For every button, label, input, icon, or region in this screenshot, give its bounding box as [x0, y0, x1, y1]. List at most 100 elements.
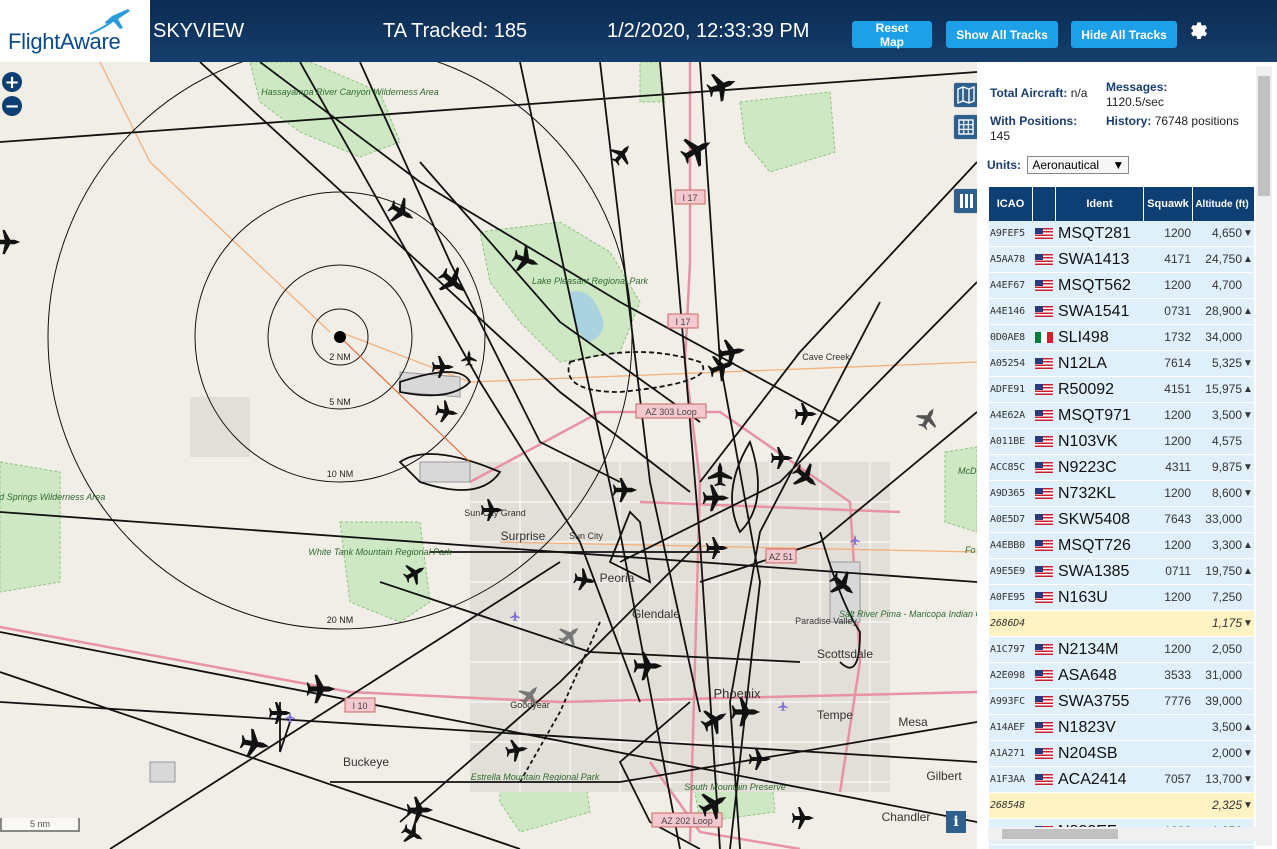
total-aircraft-stat: Total Aircraft: n/a	[990, 86, 1110, 100]
sidebar-toggle-button[interactable]	[953, 188, 977, 214]
show-all-tracks-button[interactable]: Show All Tracks	[946, 21, 1058, 48]
gear-icon[interactable]	[1188, 20, 1212, 44]
zoom-out-button[interactable]: −	[2, 96, 22, 116]
column-header-icao[interactable]: ICAO	[989, 187, 1033, 221]
table-row[interactable]: A0FE95 N163U 1200 7,250	[989, 585, 1254, 611]
hide-all-tracks-button[interactable]: Hide All Tracks	[1071, 21, 1177, 48]
table-row[interactable]: AD049A AAL890733735,000	[989, 845, 1254, 849]
map-layers-button[interactable]	[953, 82, 977, 108]
table-row[interactable]: 2686D4 1,175 ▼	[989, 611, 1254, 637]
trend-arrow-icon	[1242, 585, 1254, 610]
table-row[interactable]: A9D365 N732KL 1200 8,600 ▼	[989, 481, 1254, 507]
table-row[interactable]: A9E5E9 SWA1385 0711 19,750 ▲	[989, 559, 1254, 585]
table-row[interactable]: A05254 N12LA 7614 5,325 ▼	[989, 351, 1254, 377]
scrollbar-thumb[interactable]	[1002, 829, 1118, 839]
icao-cell: A5AA78	[990, 254, 1025, 265]
scrollbar-thumb[interactable]	[1258, 76, 1270, 196]
svg-text:AZ 51: AZ 51	[769, 552, 793, 562]
flag-cell	[1033, 611, 1055, 636]
aircraft-icon[interactable]	[795, 403, 817, 425]
table-row[interactable]: ACC85C N9223C 4311 9,875 ▼	[989, 455, 1254, 481]
flag-us-icon	[1035, 566, 1053, 577]
flag-us-icon	[1035, 540, 1053, 551]
altitude-cell: 33,000	[1205, 512, 1242, 526]
table-row[interactable]: 268548 2,325 ▼	[989, 793, 1254, 819]
table-row[interactable]: A1F3AA ACA2414 7057 13,700 ▼	[989, 767, 1254, 793]
ident-cell: MSQT726	[1058, 537, 1131, 554]
ident-cell: SWA1385	[1058, 563, 1130, 580]
altitude-cell: 8,600	[1211, 486, 1242, 500]
stat-value: 1120.5/sec	[1106, 95, 1164, 109]
table-row[interactable]: A5AA78 SWA1413 4171 24,750 ▲	[989, 247, 1254, 273]
table-row[interactable]: A011BE N103VK 1200 4,575	[989, 429, 1254, 455]
table-row[interactable]: A4E146 SWA1541 0731 28,900 ▲	[989, 299, 1254, 325]
aircraft-icon[interactable]	[406, 796, 434, 824]
table-row[interactable]: A1C797 N2134M 1200 2,050	[989, 637, 1254, 663]
flag-us-icon	[1035, 280, 1053, 291]
trend-arrow-icon	[1242, 429, 1254, 454]
map-canvas[interactable]: 2 NM 5 NM 10 NM 20 NM Hassayampa River C…	[0, 62, 977, 849]
icao-cell: A4EF67	[990, 280, 1025, 291]
units-value: Aeronautical	[1032, 158, 1100, 172]
trend-arrow-icon: ▲	[1243, 722, 1253, 733]
flag-cell	[1033, 663, 1055, 688]
place-label: Hummingbird Springs Wilderness Area	[0, 492, 105, 502]
place-label: Mesa	[898, 715, 928, 729]
logo[interactable]: FlightAware	[0, 0, 150, 62]
top-bar: FlightAware SKYVIEW TA Tracked: 185 1/2/…	[0, 0, 1277, 62]
map[interactable]: 2 NM 5 NM 10 NM 20 NM Hassayampa River C…	[0, 62, 977, 849]
squawk-cell: 1200	[1164, 278, 1191, 292]
squawk-cell: 7057	[1164, 772, 1191, 786]
horizontal-scrollbar[interactable]	[988, 827, 1256, 841]
reset-map-button[interactable]: Reset Map	[852, 21, 932, 49]
altitude-cell: 15,975	[1205, 382, 1242, 396]
road-shield: AZ 202 Loop	[651, 812, 723, 828]
column-header-flag	[1033, 187, 1056, 221]
aircraft-icon[interactable]	[792, 807, 814, 829]
ident-cell: N1823V	[1058, 719, 1116, 736]
trend-arrow-icon	[1242, 637, 1254, 662]
ident-cell: N163U	[1058, 589, 1108, 606]
table-row[interactable]: A2E098 ASA648 3533 31,000	[989, 663, 1254, 689]
grid-toggle-button[interactable]	[953, 114, 977, 140]
altitude-cell: 7,250	[1211, 590, 1242, 604]
column-header-squawk[interactable]: Squawk	[1144, 187, 1193, 221]
aircraft-icon[interactable]	[703, 67, 741, 105]
table-row[interactable]: ADFE91 R50092 4151 15,975 ▲	[989, 377, 1254, 403]
aircraft-icon[interactable]	[383, 193, 421, 231]
squawk-cell: 4171	[1164, 252, 1191, 266]
table-row[interactable]: A0E5D7 SKW5408 7643 33,000	[989, 507, 1254, 533]
squawk-cell	[1143, 611, 1191, 636]
aircraft-icon[interactable]	[912, 402, 944, 434]
icao-cell: A1C797	[990, 644, 1025, 655]
altitude-cell: 28,900	[1205, 304, 1242, 318]
column-header-altitude[interactable]: Altitude (ft)	[1193, 187, 1251, 221]
aircraft-icon[interactable]	[675, 128, 719, 172]
receiver-site-marker	[334, 331, 346, 343]
trend-arrow-icon: ▼	[1243, 410, 1253, 421]
aircraft-icon[interactable]	[397, 818, 429, 849]
trend-arrow-icon: ▼	[1243, 748, 1253, 759]
table-row[interactable]: A14AEF N1823V 3,500 ▲	[989, 715, 1254, 741]
altitude-cell: 19,750	[1205, 564, 1242, 578]
aircraft-icon[interactable]	[0, 229, 21, 255]
squawk-cell	[1143, 793, 1191, 818]
aircraft-icon[interactable]	[434, 399, 460, 425]
altitude-cell: 31,000	[1205, 668, 1242, 682]
squawk-cell: 7614	[1164, 356, 1191, 370]
info-button[interactable]: i	[946, 811, 966, 833]
table-row[interactable]: A1A271 N204SB 2,000 ▼	[989, 741, 1254, 767]
table-row[interactable]: A4E62A MSQT971 1200 3,500 ▼	[989, 403, 1254, 429]
table-row[interactable]: 0D0AE8 SLI498 1732 34,000	[989, 325, 1254, 351]
zoom-in-button[interactable]: +	[2, 72, 22, 92]
table-row[interactable]: A993FC SWA3755 7776 39,000	[989, 689, 1254, 715]
sidebar: Total Aircraft: n/a With Positions: 145 …	[977, 62, 1277, 849]
vertical-scrollbar[interactable]	[1256, 66, 1272, 846]
units-select[interactable]: Aeronautical ▼	[1027, 156, 1130, 174]
aircraft-icon[interactable]	[306, 674, 336, 704]
column-header-ident[interactable]: Ident	[1056, 187, 1144, 221]
table-row[interactable]: A4EF67 MSQT562 1200 4,700	[989, 273, 1254, 299]
flag-us-icon	[1035, 488, 1053, 499]
table-row[interactable]: A9FEF5 MSQT281 1200 4,650 ▼	[989, 221, 1254, 247]
table-row[interactable]: A4EBB0 MSQT726 1200 3,300 ▲	[989, 533, 1254, 559]
